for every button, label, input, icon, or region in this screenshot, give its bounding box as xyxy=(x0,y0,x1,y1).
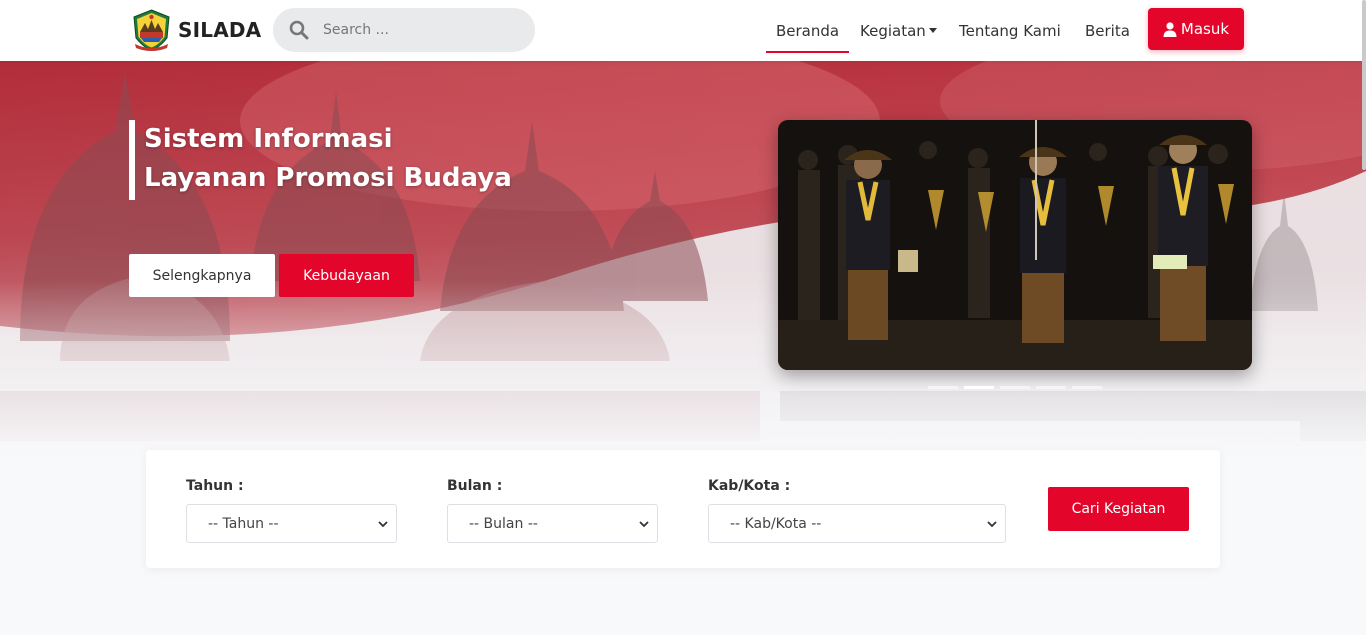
search-activity-button[interactable]: Cari Kegiatan xyxy=(1048,487,1189,531)
kabkota-label: Kab/Kota : xyxy=(708,478,791,494)
carousel-indicator-1[interactable] xyxy=(928,386,958,389)
carousel-indicator-2[interactable] xyxy=(964,386,994,389)
kebudayaan-button[interactable]: Kebudayaan xyxy=(279,254,414,297)
carousel-indicator-3[interactable] xyxy=(1000,386,1030,389)
bulan-select[interactable]: -- Bulan -- xyxy=(447,504,658,543)
nav-beranda-label: Beranda xyxy=(776,21,840,40)
hero-title-line1: Sistem Informasi xyxy=(144,124,393,154)
active-nav-indicator xyxy=(766,51,849,53)
nav-kegiatan-label: Kegiatan xyxy=(860,21,926,40)
brand-link[interactable]: SILADA xyxy=(129,8,261,52)
search-bar xyxy=(273,8,535,52)
bulan-label: Bulan : xyxy=(447,478,503,494)
brand-name: SILADA xyxy=(178,18,262,42)
kabkota-select-value: -- Kab/Kota -- xyxy=(730,515,822,532)
chevron-down-icon xyxy=(639,521,649,528)
nav-berita-label: Berita xyxy=(1085,21,1130,40)
navbar: SILADA Beranda Kegiatan Tentang Kami Ber… xyxy=(0,0,1366,61)
caret-down-icon xyxy=(928,28,937,33)
activity-filter-card: Tahun : -- Tahun -- Bulan : -- Bulan -- … xyxy=(146,450,1220,568)
login-button[interactable]: Masuk xyxy=(1148,8,1244,50)
hero-title-line2: Layanan Promosi Budaya xyxy=(144,163,512,193)
kabkota-select[interactable]: -- Kab/Kota -- xyxy=(708,504,1006,543)
hero-banner: Sistem Informasi Layanan Promosi Budaya … xyxy=(0,61,1366,461)
chevron-down-icon xyxy=(987,521,997,528)
cultural-procession-photo xyxy=(778,120,1252,370)
nav-tentang-kami-label: Tentang Kami xyxy=(959,21,1061,40)
selengkapnya-button[interactable]: Selengkapnya xyxy=(129,254,275,297)
hero-carousel-slide[interactable] xyxy=(778,120,1252,370)
carousel-indicators xyxy=(928,386,1102,389)
carousel-indicator-5[interactable] xyxy=(1072,386,1102,389)
tahun-select[interactable]: -- Tahun -- xyxy=(186,504,397,543)
nav-tentang-kami[interactable]: Tentang Kami xyxy=(959,0,1061,61)
tahun-select-value: -- Tahun -- xyxy=(208,515,279,532)
nav-berita[interactable]: Berita xyxy=(1085,0,1130,61)
chevron-down-icon xyxy=(378,521,388,528)
hero-title-block: Sistem Informasi Layanan Promosi Budaya xyxy=(129,120,512,200)
page-scrollbar[interactable] xyxy=(1362,0,1366,170)
carousel-indicator-4[interactable] xyxy=(1036,386,1066,389)
user-icon xyxy=(1163,21,1177,37)
province-logo-icon xyxy=(129,8,174,52)
search-input[interactable] xyxy=(323,22,513,38)
tahun-label: Tahun : xyxy=(186,478,244,494)
search-icon[interactable] xyxy=(289,20,309,40)
bulan-select-value: -- Bulan -- xyxy=(469,515,538,532)
login-label: Masuk xyxy=(1180,20,1230,38)
nav-kegiatan-dropdown[interactable]: Kegiatan xyxy=(860,0,937,61)
